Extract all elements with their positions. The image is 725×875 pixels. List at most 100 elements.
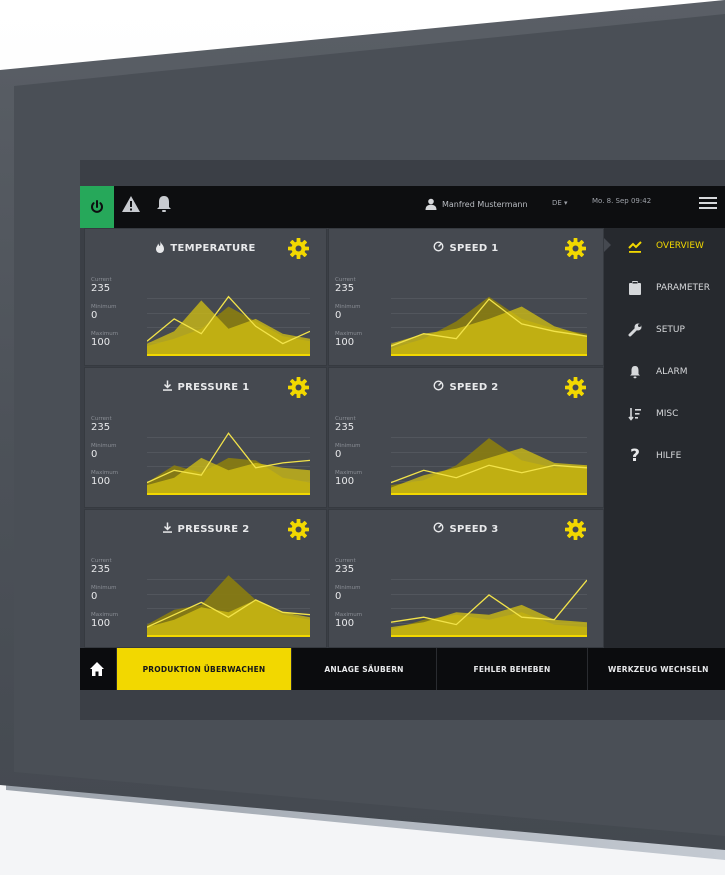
gauge-icon [433,241,444,255]
sidebar-item-label: MISC [656,409,679,419]
stat-value: 0 [335,310,342,321]
card-speed-3[interactable]: SPEED 3 Current 235 Minimum 0 Maximum 100 [328,509,604,648]
card-temperature[interactable]: TEMPERATURE Current 235 Minimum 0 Maximum 100 [84,228,327,366]
card-pressure-1[interactable]: PRESSURE 1 Current 235 Minimum 0 Maximum 100 [84,367,327,508]
card-title: SPEED 1 [329,241,603,255]
stat-current: Current 235 [91,277,112,294]
bell-icon[interactable] [154,194,174,218]
bottom-bar: PRODUKTION ÜBERWACHEN ANLAGE SÄUBERN FEH… [80,648,725,690]
card-title: SPEED 2 [329,380,603,394]
stat-value: 0 [335,591,342,602]
monitor-device: Manfred Mustermann DE ▾ Mo. 8. Sep 09:42… [0,0,725,875]
stat-value: 235 [335,564,355,575]
stat-maximum: Maximum 100 [91,331,118,348]
sparkline-chart [147,575,310,637]
sparkline-chart [147,432,310,495]
gear-icon[interactable] [564,376,587,403]
stat-maximum: Maximum 100 [335,612,362,629]
gear-icon[interactable] [287,376,310,403]
stat-maximum: Maximum 100 [91,470,118,487]
stat-maximum: Maximum 100 [335,331,362,348]
warning-icon[interactable] [121,194,141,218]
sidebar-item-hilfe[interactable]: ? HILFE [604,442,725,470]
card-speed-2[interactable]: SPEED 2 Current 235 Minimum 0 Maximum 100 [328,367,604,508]
datetime: Mo. 8. Sep 09:42 [592,197,652,205]
gauge-icon [433,380,444,394]
home-button[interactable] [80,648,114,690]
stat-minimum: Minimum 0 [335,443,361,460]
sidebar-item-alarm[interactable]: ALARM [604,358,725,386]
stat-value: 100 [91,618,111,629]
sidebar-item-setup[interactable]: SETUP [604,316,725,344]
stat-value: 235 [91,564,111,575]
stat-value: 0 [91,310,98,321]
clipboard-icon [628,281,642,295]
stat-value: 100 [335,618,355,629]
sidebar-item-label: ALARM [656,367,688,377]
stat-value: 235 [335,422,355,433]
stat-minimum: Minimum 0 [91,304,117,321]
question-icon: ? [630,446,640,466]
card-title-text: SPEED 3 [449,523,499,535]
sidebar-item-label: SETUP [656,325,685,335]
language-select[interactable]: DE ▾ [552,199,568,207]
sparkline-chart [391,579,587,637]
user-info[interactable]: Manfred Mustermann [425,198,528,210]
sparkline-chart [391,437,587,495]
chart-baseline [147,354,310,356]
gear-icon[interactable] [564,237,587,264]
sort-icon [628,407,642,421]
sensor-grid: TEMPERATURE Current 235 Minimum 0 Maximum 100 … [84,228,604,648]
stage: Manfred Mustermann DE ▾ Mo. 8. Sep 09:42… [0,0,725,875]
bell-icon [628,365,642,379]
sidebar-item-overview[interactable]: OVERVIEW [604,232,725,260]
stat-current: Current 235 [335,416,356,433]
sidebar-item-label: HILFE [656,451,682,461]
card-title-text: PRESSURE 2 [177,523,250,535]
card-pressure-2[interactable]: PRESSURE 2 Current 235 Minimum 0 Maximum 100 [84,509,327,648]
gear-icon[interactable] [564,518,587,545]
power-icon [91,200,103,213]
stat-current: Current 235 [335,558,356,575]
tab-werkzeug-wechseln[interactable]: WERKZEUG WECHSELN [587,648,725,690]
menu-icon[interactable] [698,195,718,215]
user-name: Manfred Mustermann [442,199,528,209]
tab-anlage-saeubern[interactable]: ANLAGE SÄUBERN [291,648,436,690]
stat-minimum: Minimum 0 [335,585,361,602]
sidebar-item-misc[interactable]: MISC [604,400,725,428]
stat-minimum: Minimum 0 [335,304,361,321]
sparkline-chart [391,296,587,356]
stat-maximum: Maximum 100 [91,612,118,629]
home-icon [90,662,104,676]
user-icon [425,198,437,210]
stat-value: 0 [335,449,342,460]
card-title-text: PRESSURE 1 [177,381,250,393]
sidebar-item-label: OVERVIEW [656,241,704,251]
stat-value: 235 [335,283,355,294]
stat-value: 0 [91,591,98,602]
stat-minimum: Minimum 0 [91,443,117,460]
stat-maximum: Maximum 100 [335,470,362,487]
stat-value: 100 [91,337,111,348]
stat-value: 235 [91,283,111,294]
tab-fehler-beheben[interactable]: FEHLER BEHEBEN [436,648,587,690]
stat-value: 0 [91,449,98,460]
top-bar: Manfred Mustermann DE ▾ Mo. 8. Sep 09:42 [80,186,725,228]
card-title-text: TEMPERATURE [170,243,256,254]
stat-value: 100 [335,337,355,348]
sparkline-chart [147,295,310,356]
gear-icon[interactable] [287,237,310,264]
sidebar-item-label: PARAMETER [656,283,710,293]
gear-icon[interactable] [287,518,310,545]
tab-produktion-ueberwachen[interactable]: PRODUKTION ÜBERWACHEN [116,648,291,690]
card-title: SPEED 3 [329,522,603,536]
stat-current: Current 235 [91,558,112,575]
power-button[interactable] [80,186,114,228]
download-icon [162,380,173,394]
sidebar-nav: OVERVIEW PARAMETER SETUP ALARM MISC ? HI… [604,228,725,648]
stat-minimum: Minimum 0 [91,585,117,602]
chart-baseline [391,493,587,495]
sidebar-item-parameter[interactable]: PARAMETER [604,274,725,302]
card-speed-1[interactable]: SPEED 1 Current 235 Minimum 0 Maximum 100 [328,228,604,366]
stat-current: Current 235 [335,277,356,294]
